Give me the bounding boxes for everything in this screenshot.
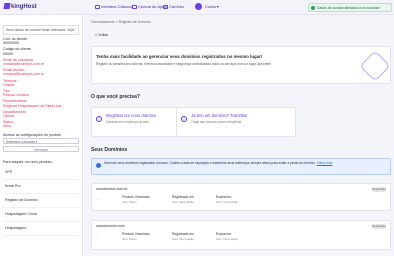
kinghost-logo[interactable]: kingHost (3, 3, 37, 10)
main-content: Gerenciamento > Registro de Domínio < Vo… (84, 15, 394, 256)
detail-value: 00000000 (3, 41, 19, 46)
plus-icon (96, 116, 102, 122)
detail-value: Cliente (3, 114, 15, 119)
detail-item: Email técnico contato@example.com.br (3, 68, 79, 76)
sidebar: Seus dados de contato foram alterados. V… (0, 15, 83, 256)
info-icon (96, 163, 101, 168)
learn-more-link[interactable]: Saiba mais (317, 161, 333, 165)
transfer-icon (181, 116, 187, 122)
info-alert: Gerencie seus domínios registrados conos… (91, 158, 391, 175)
decorative-shape-icon (359, 50, 390, 82)
kinghost-logo-icon (3, 3, 11, 9)
detail-value: 00000 (3, 51, 13, 56)
nav-classic-interface[interactable]: Interface Clássica (95, 4, 133, 9)
product-settings-label: Acesse as configurações do produto (3, 132, 62, 137)
contact-notice: Seus dados de contato foram alterados. V… (3, 25, 79, 35)
nav-cart[interactable]: Carrinho (163, 4, 184, 9)
detail-value: contato@example.com.br (3, 72, 45, 77)
banner-title: Tenha mais facilidade ao gerenciar seus … (96, 54, 263, 59)
expires-column: Expira em Sem Informação (216, 232, 239, 241)
detail-value: Ativo (3, 124, 11, 129)
status-badge: Registrado (372, 187, 386, 192)
detail-item: Representante Kinghost Hospedagem de Site… (3, 99, 79, 107)
transfer-domain-title: Já tem um domínio? Transfira! (191, 113, 248, 118)
domain-name[interactable]: meudominio.com.br (96, 187, 128, 191)
options-title: O que você precisa? (91, 94, 140, 100)
domain-row: meudominio.com.br Registrado ··· Produto… (91, 183, 391, 211)
cart-icon (163, 5, 168, 9)
detail-item: Departamento Cliente (3, 110, 79, 118)
sidebar-item-vps[interactable]: VPS (3, 166, 79, 180)
domain-name[interactable]: outrodominio.com (96, 224, 125, 228)
success-toast: Dados de contato alterados com sucesso! (308, 3, 392, 12)
check-icon (311, 6, 315, 11)
detail-value: contato@example.com.br (3, 62, 45, 67)
product-list: VPS Email Pro Registro de Domínio Hosped… (3, 166, 79, 236)
monitor-icon (95, 5, 100, 9)
info-text: Gerencie seus domínios registrados conos… (104, 161, 316, 165)
registered-column: Registrado em Sem Informação (172, 195, 195, 204)
customer-details: Cod. do cliente 00000000 Codigo do cliente… (0, 37, 82, 129)
detail-value: Pessoa Jurídica (3, 93, 29, 98)
detail-item: Status Ativo (3, 120, 79, 128)
back-link[interactable]: < Voltar (95, 33, 108, 37)
new-product-label: Para adquirir um novo produto: (3, 159, 53, 164)
expires-column: Expira em Sem Informação (216, 195, 239, 204)
transfer-domain-desc: Traga seu domínio para a KingHost (191, 120, 242, 124)
banner-text: Registre ou transfira seu domínio e tenh… (96, 62, 272, 66)
detail-item: Telefone Celular (3, 79, 79, 87)
register-domain-desc: Garanta seu endereço na web (106, 120, 149, 124)
detail-item: Email de cobrança contato@example.com.br (3, 58, 79, 66)
row-menu-icon[interactable]: ··· (97, 235, 100, 239)
manage-button[interactable]: Gerenciar (3, 145, 79, 152)
domains-title: Seus Domínios (91, 147, 128, 153)
detail-item: Cod. do cliente 00000000 (3, 37, 79, 45)
status-badge: Registrado (372, 224, 386, 229)
breadcrumb[interactable]: Gerenciamento > Registro de Domínio (91, 20, 151, 24)
sidebar-item-email-pro[interactable]: Email Pro (3, 180, 79, 194)
detail-item: Codigo do cliente 00000 (3, 47, 79, 55)
product-column: Produto Vinculado Sem Plano (122, 232, 150, 241)
row-menu-icon[interactable]: ··· (97, 198, 100, 202)
transfer-domain-card[interactable]: Já tem um domínio? Transfira! Traga seu … (176, 107, 296, 137)
sidebar-item-hosting[interactable]: Hospedagem (3, 222, 79, 236)
sidebar-item-cloud-hosting[interactable]: Hospedagem Cloud (3, 208, 79, 222)
user-menu[interactable]: Conta ▾ (205, 4, 219, 9)
promo-banner: Tenha mais facilidade ao gerenciar seus … (91, 46, 391, 84)
registered-column: Registrado em Sem Informação (172, 232, 195, 241)
help-icon (132, 5, 137, 9)
domain-row: outrodominio.com Registrado ··· Produto … (91, 220, 391, 250)
domain-select[interactable]: Selecione o domínio ▾ (3, 137, 79, 144)
top-navigation-bar: kingHost Interface Clássica Central de A… (0, 0, 394, 15)
user-avatar[interactable] (195, 3, 202, 10)
detail-value: Celular (3, 82, 15, 87)
product-column: Produto Vinculado Sem Plano (122, 195, 150, 204)
register-domain-card[interactable]: Registrar um novo domínio Garanta seu en… (91, 107, 187, 137)
detail-value: Kinghost Hospedagem de Sites Ltda (3, 103, 62, 108)
detail-item: Tipo Pessoa Jurídica (3, 89, 79, 97)
sidebar-item-domain-registration[interactable]: Registro de Domínio (3, 194, 79, 208)
register-domain-title: Registrar um novo domínio (106, 113, 157, 118)
